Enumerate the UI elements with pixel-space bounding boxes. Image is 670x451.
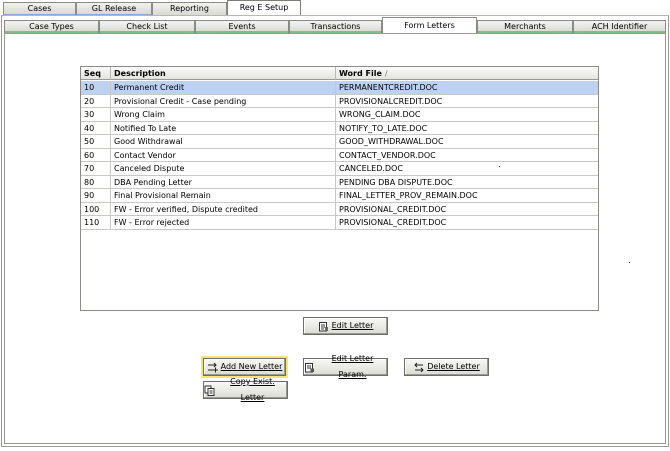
cell-word-file: PROVISIONAL_CREDIT.DOC xyxy=(339,204,447,214)
cell-word-file: PROVISIONALCREDIT.DOC xyxy=(339,96,443,106)
cell-description: Permanent Credit xyxy=(111,81,336,94)
cell-word-file: PENDING DBA DISPUTE.DOC xyxy=(339,177,453,187)
cell-seq: 70 xyxy=(81,162,111,175)
cell-seq: 90 xyxy=(81,189,111,202)
cell-description: Wrong Claim xyxy=(111,108,336,121)
tab-events[interactable]: Events xyxy=(195,20,289,34)
document-copy-icon xyxy=(204,385,215,396)
cell-seq: 30 xyxy=(81,108,111,121)
cell-word-file: GOOD_WITHDRAWAL.DOC xyxy=(339,137,444,146)
add-arrow-icon xyxy=(207,362,218,373)
table-row[interactable]: 110 FW - Error rejected PROVISIONAL_CREDIT… xyxy=(81,216,598,230)
cell-description: Final Provisional Remain xyxy=(111,189,336,202)
cell-word-file: NOTIFY_TO_LATE.DOC xyxy=(339,123,428,133)
document-param-icon xyxy=(304,362,315,373)
edit-letter-button[interactable]: Edit Letter xyxy=(303,317,388,335)
tab-transactions[interactable]: Transactions xyxy=(289,20,382,34)
table-row[interactable]: 40 Notified To Late NOTIFY_TO_LATE.DOC xyxy=(81,121,598,135)
cell-description: DBA Pending Letter xyxy=(111,175,336,189)
cell-seq: 80 xyxy=(81,175,111,189)
table-row[interactable]: 80 DBA Pending Letter PENDING DBA DISPUTE.… xyxy=(81,175,598,189)
edit-letter-label: Edit Letter xyxy=(331,321,374,330)
cell-seq: 40 xyxy=(81,121,111,135)
cell-description: Provisional Credit - Case pending xyxy=(111,94,336,108)
cell-word-file: CONTACT_VENDOR.DOC xyxy=(339,150,436,160)
delete-letter-label: Delete Letter xyxy=(427,362,480,371)
grid-body: 10 Permanent Credit PERMANENTCREDIT.DOC 20 P… xyxy=(81,81,598,230)
copy-exist-letter-button[interactable]: Copy Exist. Letter xyxy=(203,377,288,402)
table-row[interactable]: 90 Final Provisional Remain FINAL_LETTER_P… xyxy=(81,189,598,203)
table-row[interactable]: 70 Canceled Dispute CANCELED.DOC xyxy=(81,162,598,176)
tab-ach-identifier[interactable]: ACH Identifier xyxy=(573,20,666,34)
form-letters-grid[interactable]: Seq Description Word File/ 10 Permanent C… xyxy=(80,66,599,311)
cell-seq: 110 xyxy=(81,216,111,229)
tab-form-letters[interactable]: Form Letters xyxy=(382,17,477,34)
top-tab-strip: Cases GL Release Reporting Reg E Setup xyxy=(0,0,670,16)
tab-merchants[interactable]: Merchants xyxy=(477,20,573,34)
add-new-letter-label: Add New Letter xyxy=(220,362,283,371)
cell-word-file: PERMANENTCREDIT.DOC xyxy=(339,83,438,92)
tab-reporting[interactable]: Reporting xyxy=(152,2,227,16)
copy-exist-letter-label: Copy Exist. Letter xyxy=(230,377,275,402)
cell-description: Good Withdrawal xyxy=(111,135,336,148)
table-row[interactable]: 10 Permanent Credit PERMANENTCREDIT.DOC xyxy=(81,81,598,95)
table-row[interactable]: 60 Contact Vendor CONTACT_VENDOR.DOC xyxy=(81,148,598,162)
cell-seq: 20 xyxy=(81,94,111,108)
document-edit-icon xyxy=(318,321,329,332)
edit-letter-param-button[interactable]: Edit Letter Param. xyxy=(303,354,388,379)
tab-case-types[interactable]: Case Types xyxy=(4,20,99,34)
tab-check-list[interactable]: Check List xyxy=(99,20,195,34)
table-row[interactable]: 50 Good Withdrawal GOOD_WITHDRAWAL.DOC xyxy=(81,135,598,149)
table-row[interactable]: 30 Wrong Claim WRONG_CLAIM.DOC xyxy=(81,108,598,122)
tab-reg-e-setup[interactable]: Reg E Setup xyxy=(227,0,301,16)
sub-tab-strip: Case Types Check List Events Transaction… xyxy=(4,17,666,34)
tab-gl-release[interactable]: GL Release xyxy=(76,2,152,16)
cell-description: FW - Error rejected xyxy=(111,216,336,229)
sort-indicator: / xyxy=(384,69,388,78)
column-header-description-label: Description xyxy=(114,69,166,78)
edit-letter-param-label: Edit Letter Param. xyxy=(331,354,374,379)
cell-word-file: FINAL_LETTER_PROV_REMAIN.DOC xyxy=(339,191,478,200)
delete-arrow-icon xyxy=(413,362,424,373)
cell-word-file: CANCELED.DOC xyxy=(339,164,403,173)
stray-dot xyxy=(629,262,630,263)
grid-header: Seq Description Word File / xyxy=(81,67,598,80)
column-header-seq[interactable]: Seq xyxy=(81,67,111,80)
cell-seq: 10 xyxy=(81,81,111,94)
delete-letter-button[interactable]: Delete Letter xyxy=(404,358,489,376)
column-header-seq-label: Seq xyxy=(84,69,101,78)
table-row[interactable]: 100 FW - Error verified, Dispute credited… xyxy=(81,202,598,216)
cell-word-file: WRONG_CLAIM.DOC xyxy=(339,110,421,119)
column-header-word-file-label: Word File xyxy=(339,69,382,78)
cell-word-file: PROVISIONAL_CREDIT.DOC xyxy=(339,218,447,227)
stray-dot xyxy=(499,166,500,167)
cell-seq: 50 xyxy=(81,135,111,148)
cell-description: FW - Error verified, Dispute credited xyxy=(111,202,336,216)
column-header-word-file[interactable]: Word File / xyxy=(336,67,598,80)
cell-description: Canceled Dispute xyxy=(111,162,336,175)
cell-seq: 100 xyxy=(81,202,111,216)
cell-description: Notified To Late xyxy=(111,121,336,135)
cell-description: Contact Vendor xyxy=(111,148,336,162)
tab-cases[interactable]: Cases xyxy=(3,2,76,16)
table-row[interactable]: 20 Provisional Credit - Case pending PROVI… xyxy=(81,94,598,108)
column-header-description[interactable]: Description xyxy=(111,67,336,80)
cell-seq: 60 xyxy=(81,148,111,162)
